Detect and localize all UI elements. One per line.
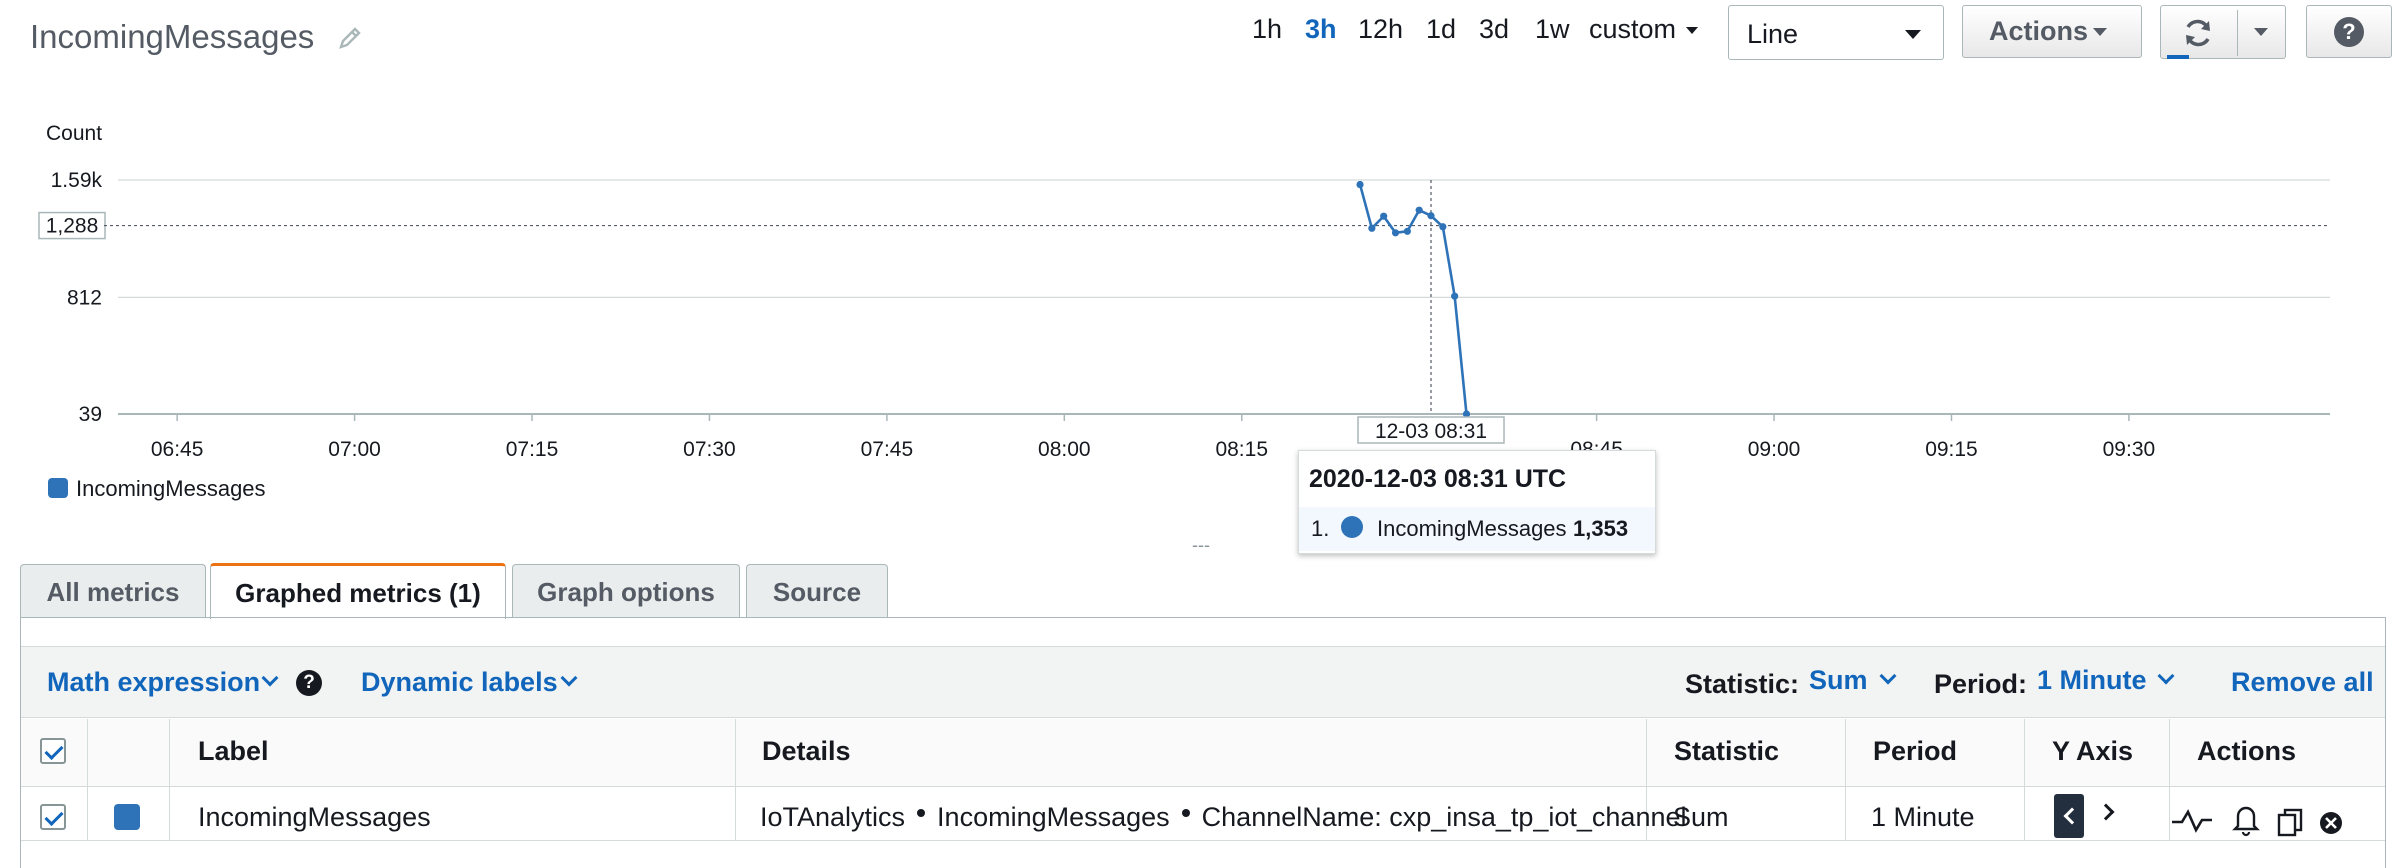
statistic-dropdown[interactable]: Sum: [1809, 665, 1868, 696]
x-tick-label: 08:00: [1038, 438, 1091, 461]
data-point: [1427, 212, 1435, 220]
column-header-period[interactable]: Period: [1873, 736, 1957, 767]
legend-label[interactable]: IncomingMessages: [76, 476, 266, 502]
column-header-y-axis[interactable]: Y Axis: [2052, 736, 2133, 767]
metric-details: IoTAnalytics IncomingMessages ChannelName:…: [760, 802, 1687, 833]
metric-line-chart[interactable]: Count 1.59k 812 39 1,288 06:45 07:00 07:15 07:…: [0, 0, 2404, 560]
data-point: [1391, 229, 1400, 237]
copy-duplicate-icon[interactable]: [2277, 808, 2303, 837]
series-line: [1358, 184, 1468, 415]
y-tick-label: 1.59k: [51, 169, 103, 192]
tab-all-metrics[interactable]: All metrics: [20, 564, 206, 617]
cursor-value-label: 1,288: [46, 215, 99, 238]
select-all-checkbox[interactable]: [40, 738, 66, 764]
tab-graphed-metrics[interactable]: Graphed metrics (1): [210, 563, 506, 619]
column-divider: [735, 719, 736, 840]
column-header-statistic[interactable]: Statistic: [1674, 736, 1779, 767]
graph-line-icon[interactable]: [2172, 809, 2212, 833]
column-header-label[interactable]: Label: [198, 736, 269, 767]
tooltip-metric-name: IncomingMessages: [1377, 516, 1567, 541]
bell-alarm-icon[interactable]: [2232, 806, 2260, 837]
tooltip-index: 1.: [1311, 516, 1330, 541]
tab-graph-options[interactable]: Graph options: [512, 564, 740, 617]
table-header: [21, 719, 2385, 787]
data-point: [1403, 227, 1411, 235]
data-point: [1368, 224, 1376, 232]
metric-statistic[interactable]: Sum: [1673, 802, 1729, 833]
bullet-separator: [1181, 808, 1190, 817]
y-tick-label: 812: [67, 286, 102, 309]
period-label: Period:: [1934, 669, 2028, 699]
resize-drag-handle[interactable]: ---: [1192, 535, 1210, 556]
x-tick-label: 07:45: [861, 438, 914, 461]
column-divider: [169, 719, 170, 840]
metric-namespace: IoTAnalytics: [760, 802, 906, 832]
column-divider: [1845, 719, 1846, 840]
metric-name: IncomingMessages: [937, 802, 1170, 832]
metric-label[interactable]: IncomingMessages: [198, 802, 431, 833]
remove-all-link[interactable]: Remove all: [2231, 667, 2374, 698]
data-point: [1356, 180, 1364, 189]
x-tick-label: 09:15: [1925, 438, 1978, 461]
column-header-actions: Actions: [2197, 736, 2297, 766]
column-divider: [87, 719, 88, 840]
period-dropdown[interactable]: 1 Minute: [2037, 665, 2147, 696]
tooltip-metric-value: 1,353: [1573, 516, 1629, 541]
tab-source[interactable]: Source: [746, 564, 888, 617]
cursor-time-label: 12-03 08:31: [1375, 420, 1487, 443]
x-tick-label: 07:00: [328, 438, 381, 461]
data-point: [1380, 212, 1388, 220]
metric-dimension: ChannelName: cxp_insa_tp_iot_channel: [1201, 802, 1687, 832]
data-point: [1439, 223, 1447, 231]
data-point: [1451, 292, 1459, 300]
x-tick-label: 09:00: [1748, 438, 1801, 461]
chart-tooltip: 2020-12-03 08:31 UTC 1. IncomingMessages…: [1298, 450, 1656, 554]
bullet-separator: [917, 808, 926, 817]
y-axis-left-button[interactable]: [2054, 794, 2084, 838]
help-icon[interactable]: ?: [296, 670, 322, 696]
math-expression-dropdown[interactable]: Math expression: [47, 667, 260, 698]
statistic-label: Statistic:: [1685, 669, 1800, 699]
row-checkbox[interactable]: [40, 804, 66, 830]
column-divider: [2024, 719, 2025, 840]
row-actions: [2172, 806, 2342, 837]
column-header-details[interactable]: Details: [762, 736, 851, 767]
remove-circle-icon[interactable]: [2320, 812, 2342, 834]
data-point: [1415, 206, 1423, 214]
x-tick-label: 08:15: [1215, 438, 1268, 461]
dynamic-labels-dropdown[interactable]: Dynamic labels: [361, 667, 558, 698]
x-tick-label: 07:15: [506, 438, 559, 461]
metric-period[interactable]: 1 Minute: [1871, 802, 1975, 833]
x-tick-label: 06:45: [151, 438, 204, 461]
x-tick-label: 09:30: [2103, 438, 2156, 461]
y-tick-label: 39: [79, 403, 102, 426]
row-divider: [21, 840, 2385, 841]
tooltip-timestamp: 2020-12-03 08:31 UTC: [1309, 465, 1567, 493]
series-color-dot: [1341, 516, 1363, 538]
tooltip-row: 1. IncomingMessages 1,353: [1299, 507, 1655, 551]
legend-swatch[interactable]: [48, 478, 68, 498]
x-tick-label: 07:30: [683, 438, 736, 461]
series-color-swatch[interactable]: [114, 804, 140, 830]
y-axis-label: Count: [46, 122, 102, 145]
